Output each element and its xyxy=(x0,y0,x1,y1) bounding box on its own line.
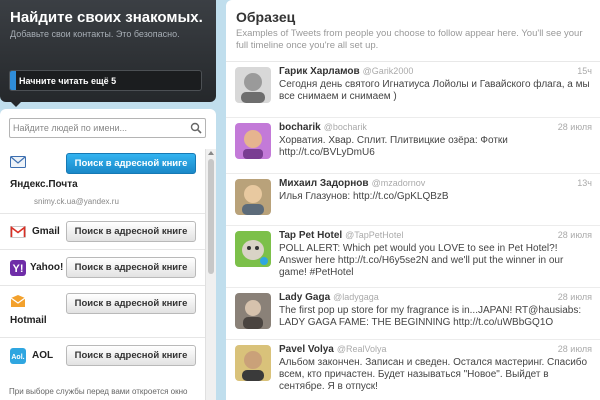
aol-icon: Aol. xyxy=(10,348,26,364)
tweet-header: Pavel Volya @RealVolya xyxy=(279,344,387,355)
sample-header: Образец Examples of Tweets from people y… xyxy=(226,0,600,62)
svg-text:Y!: Y! xyxy=(13,263,24,275)
tweet-item[interactable]: Михаил Задорнов @mzadornov 13ч Илья Глазу… xyxy=(226,174,600,226)
service-row-aol: Aol. AOL Поиск в адресной книге xyxy=(0,337,205,373)
tweet-text: Альбом закончен. Записан и сведен. Остал… xyxy=(279,357,588,392)
tweet-text: Сегодня день святого Игнатиуса Лойолы и … xyxy=(279,79,590,102)
tweet-item[interactable]: bocharik @bocharik 28 июля Хорватия. Хвар… xyxy=(226,118,600,174)
sample-title: Образец xyxy=(236,9,296,25)
avatar[interactable] xyxy=(235,345,271,381)
service-name-gmail: Gmail xyxy=(32,226,60,237)
hotmail-address-book-button[interactable]: Поиск в адресной книге xyxy=(66,293,196,314)
tweet-item[interactable]: Pavel Volya @RealVolya 28 июля Альбом зак… xyxy=(226,340,600,400)
tweet-handle[interactable]: @bocharik xyxy=(324,122,367,132)
header-pointer xyxy=(10,101,22,107)
sample-timeline-panel: Образец Examples of Tweets from people y… xyxy=(226,0,600,400)
scroll-up-arrow-icon[interactable] xyxy=(208,151,214,155)
tweet-time[interactable]: 28 июля xyxy=(558,122,592,132)
yahoo-address-book-button[interactable]: Поиск в адресной книге xyxy=(66,257,196,278)
aol-address-book-button[interactable]: Поиск в адресной книге xyxy=(66,345,196,366)
tweet-text: Илья Глазунов: http://t.co/GpKLQBzB xyxy=(279,191,449,202)
find-friends-subtitle: Добавьте свои контакты. Это безопасно. xyxy=(10,29,180,39)
tweet-handle[interactable]: @ladygaga xyxy=(333,292,379,302)
services-footnote: При выборе службы перед вами откроется о… xyxy=(9,387,188,396)
scroll-thumb[interactable] xyxy=(208,159,214,274)
svg-text:Aol.: Aol. xyxy=(11,354,24,361)
follow-progress-bar: Начните читать ещё 5 xyxy=(9,70,202,91)
tweet-time[interactable]: 28 июля xyxy=(558,344,592,354)
people-search-box xyxy=(9,118,206,138)
avatar[interactable] xyxy=(235,67,271,103)
gmail-icon xyxy=(10,226,26,238)
tweet-handle[interactable]: @mzadornov xyxy=(372,178,426,188)
tweet-author[interactable]: Pavel Volya xyxy=(279,344,334,355)
tweet-time[interactable]: 28 июля xyxy=(558,292,592,302)
avatar[interactable] xyxy=(235,123,271,159)
tweet-author[interactable]: Михаил Задорнов xyxy=(279,178,369,189)
tweet-item[interactable]: Гарик Харламов @Garik2000 15ч Сегодня ден… xyxy=(226,62,600,118)
tweet-handle[interactable]: @Garik2000 xyxy=(363,66,414,76)
find-friends-title: Найдите своих знакомых. xyxy=(10,9,203,26)
hotmail-icon xyxy=(10,295,26,307)
tweet-header: Lady Gaga @ladygaga xyxy=(279,292,379,303)
tweet-text: POLL ALERT: Which pet would you LOVE to … xyxy=(279,243,564,278)
service-row-yandex: Поиск в адресной книге Яндекс.Почта snim… xyxy=(0,146,205,213)
tweet-header: bocharik @bocharik xyxy=(279,122,367,133)
tweet-time[interactable]: 28 июля xyxy=(558,230,592,240)
service-name-aol: AOL xyxy=(32,350,54,361)
service-name-yahoo: Yahoo! xyxy=(30,262,64,273)
service-row-hotmail: Поиск в адресной книге Hotmail xyxy=(0,285,205,337)
gmail-address-book-button[interactable]: Поиск в адресной книге xyxy=(66,221,196,242)
contacts-list-panel: Поиск в адресной книге Яндекс.Почта snim… xyxy=(0,109,216,400)
tweet-text: The first pop up store for my fragrance … xyxy=(279,305,582,328)
tweet-author[interactable]: Tap Pet Hotel xyxy=(279,230,342,241)
avatar[interactable] xyxy=(235,179,271,215)
sample-description: Examples of Tweets from people you choos… xyxy=(236,28,583,51)
tweet-item[interactable]: Tap Pet Hotel @TapPetHotel 28 июля POLL A… xyxy=(226,226,600,288)
avatar[interactable] xyxy=(235,293,271,329)
tweet-header: Гарик Харламов @Garik2000 xyxy=(279,66,413,77)
service-name-yandex: Яндекс.Почта xyxy=(10,179,78,190)
tweet-author[interactable]: Lady Gaga xyxy=(279,292,330,303)
search-icon[interactable] xyxy=(190,122,202,134)
tweet-time[interactable]: 13ч xyxy=(577,178,592,188)
find-friends-header: Найдите своих знакомых. Добавьте свои ко… xyxy=(0,0,216,102)
service-row-gmail: Gmail Поиск в адресной книге xyxy=(0,213,205,249)
tweet-text: Хорватия. Хвар. Сплит. Плитвицкие озёра:… xyxy=(279,135,508,158)
yahoo-icon: Y! xyxy=(10,260,26,276)
find-friends-panel: Найдите своих знакомых. Добавьте свои ко… xyxy=(0,0,216,400)
envelope-icon xyxy=(10,156,26,168)
tweet-author[interactable]: bocharik xyxy=(279,122,321,133)
tweet-item[interactable]: Lady Gaga @ladygaga 28 июля The first pop… xyxy=(226,288,600,340)
yandex-address-book-button[interactable]: Поиск в адресной книге xyxy=(66,153,196,174)
progress-fill xyxy=(10,71,16,90)
tweet-header: Tap Pet Hotel @TapPetHotel xyxy=(279,230,403,241)
tweet-author[interactable]: Гарик Харламов xyxy=(279,66,360,77)
tweet-header: Михаил Задорнов @mzadornov xyxy=(279,178,425,189)
service-row-yahoo: Y! Yahoo! Поиск в адресной книге xyxy=(0,249,205,285)
progress-label: Начните читать ещё 5 xyxy=(19,76,117,86)
contacts-scrollbar[interactable] xyxy=(205,149,216,400)
avatar[interactable] xyxy=(235,231,271,267)
tweet-time[interactable]: 15ч xyxy=(577,66,592,76)
tweet-handle[interactable]: @TapPetHotel xyxy=(345,230,403,240)
people-search-input[interactable] xyxy=(13,121,183,135)
tweet-handle[interactable]: @RealVolya xyxy=(337,344,387,354)
service-email-yandex: snimy.ck.ua@yandex.ru xyxy=(34,197,119,206)
service-name-hotmail: Hotmail xyxy=(10,315,47,326)
